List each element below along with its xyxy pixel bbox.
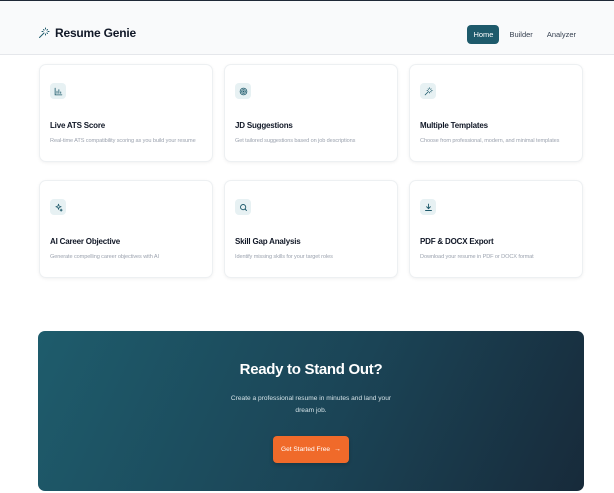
magic-wand-icon (424, 86, 433, 95)
feature-title: Skill Gap Analysis (235, 237, 301, 246)
get-started-label: Get Started Free (280, 446, 331, 453)
cta-title: Ready to Stand Out? (239, 361, 383, 378)
feature-icon-box (50, 83, 66, 99)
feature-icon-box (235, 83, 251, 99)
feature-description: Identify missing skills for your target … (235, 254, 333, 260)
arrow-right-icon: → (334, 446, 342, 453)
search-icon (239, 203, 247, 211)
feature-card-ai-career-objective[interactable]: AI Career Objective Generate compelling … (39, 180, 213, 278)
feature-card-skill-gap-analysis[interactable]: Skill Gap Analysis Identify missing skil… (224, 180, 398, 278)
cta-subtitle: Create a professional resume in minutes … (230, 395, 392, 414)
feature-title: AI Career Objective (50, 237, 121, 246)
feature-description: Download your resume in PDF or DOCX form… (420, 254, 534, 260)
navbar: Resume Genie Home Builder Analyzer (0, 0, 614, 55)
feature-card-jd-suggestions[interactable]: JD Suggestions Get tailored suggestions … (224, 64, 398, 162)
sparkles-icon (55, 203, 63, 212)
feature-title: Multiple Templates (420, 121, 488, 130)
feature-card-ats-score[interactable]: Live ATS Score Real-time ATS compatibili… (39, 64, 213, 162)
nav-item-home[interactable]: Home (467, 25, 500, 44)
page: Resume Genie Home Builder Analyzer Live … (0, 0, 614, 493)
feature-title: Live ATS Score (50, 121, 105, 130)
main-nav: Home Builder Analyzer (467, 25, 580, 44)
feature-description: Get tailored suggestions based on job de… (235, 138, 356, 144)
nav-item-analyzer[interactable]: Analyzer (543, 26, 580, 43)
feature-description: Real-time ATS compatibility scoring as y… (50, 138, 196, 144)
brand-logo[interactable]: Resume Genie (38, 26, 136, 40)
feature-icon-box (235, 199, 251, 215)
feature-title: JD Suggestions (235, 121, 293, 130)
feature-icon-box (420, 199, 436, 215)
brand-name: Resume Genie (55, 26, 136, 40)
get-started-button[interactable]: Get Started Free → (273, 436, 349, 463)
bar-chart-icon (54, 87, 62, 95)
feature-description: Choose from professional, modern, and mi… (420, 138, 560, 144)
download-icon (424, 203, 432, 211)
target-icon (239, 87, 247, 95)
nav-item-builder[interactable]: Builder (505, 26, 536, 43)
magic-wand-icon (39, 27, 50, 38)
feature-description: Generate compelling career objectives wi… (50, 254, 159, 260)
feature-card-multiple-templates[interactable]: Multiple Templates Choose from professio… (409, 64, 583, 162)
feature-card-pdf-docx-export[interactable]: PDF & DOCX Export Download your resume i… (409, 180, 583, 278)
feature-icon-box (50, 199, 66, 215)
feature-icon-box (420, 83, 436, 99)
cta-banner: Ready to Stand Out? Create a professiona… (38, 331, 584, 491)
feature-title: PDF & DOCX Export (420, 237, 494, 246)
